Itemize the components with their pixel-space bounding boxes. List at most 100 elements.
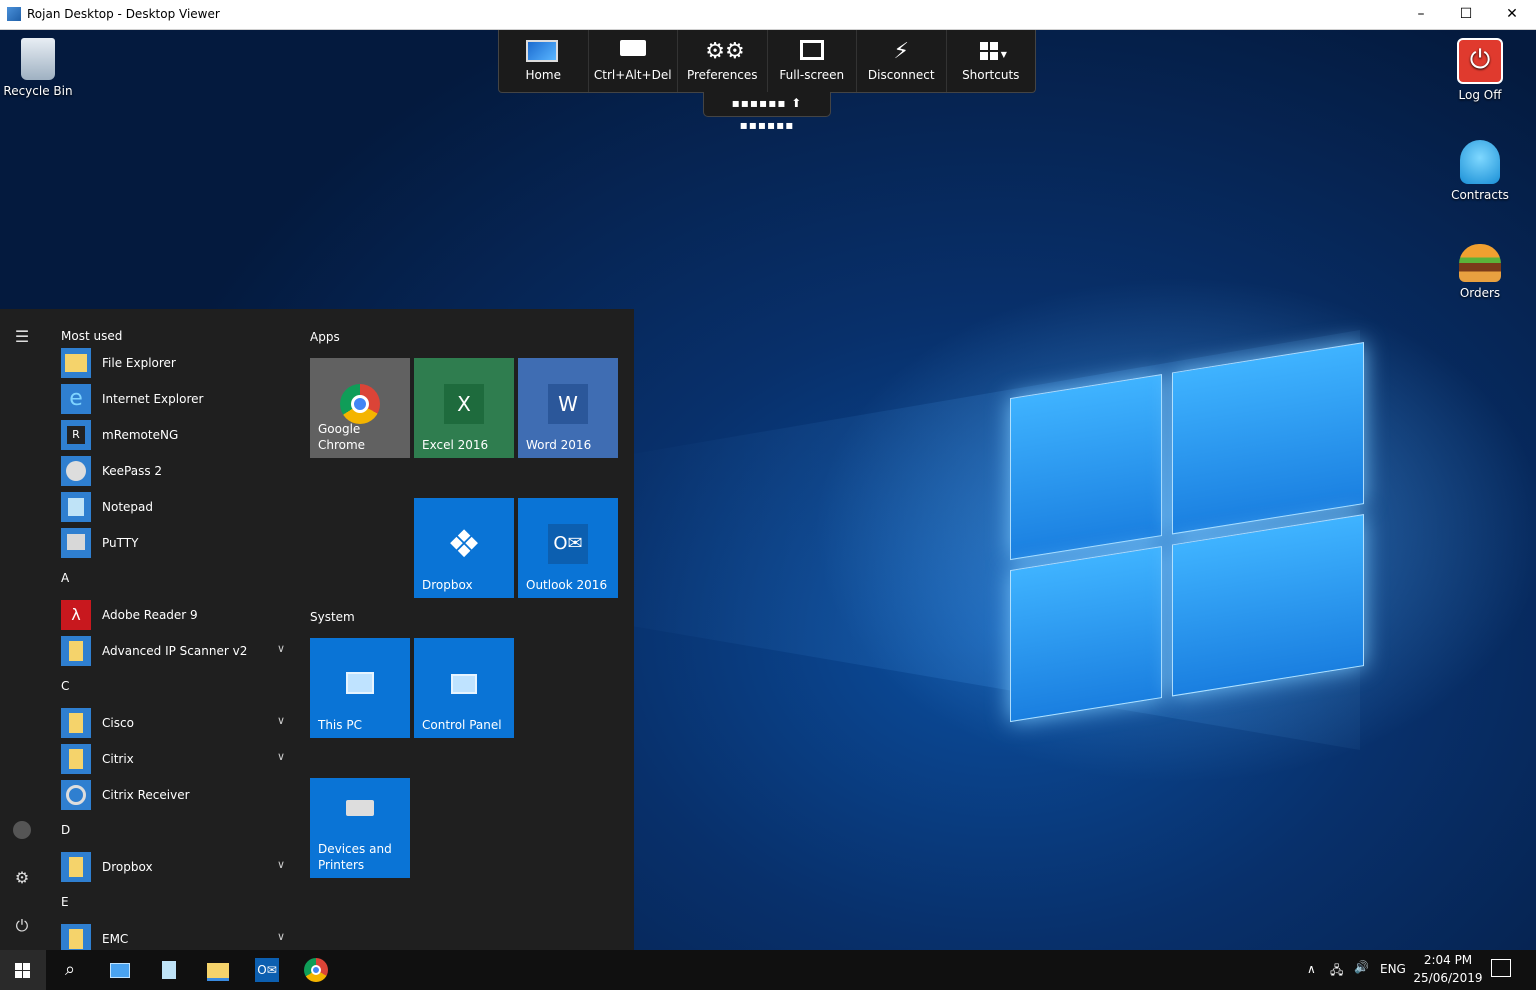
volume-icon[interactable]: 🔊: [1354, 960, 1369, 974]
control-panel-icon: [444, 664, 484, 704]
home-button[interactable]: Home: [499, 30, 589, 92]
window-title: Rojan Desktop - Desktop Viewer: [27, 7, 220, 21]
preferences-button[interactable]: ⚙⚙ Preferences: [678, 30, 768, 92]
list-item-citrix[interactable]: Citrix ∨: [61, 741, 297, 777]
tile-control-panel[interactable]: Control Panel: [414, 638, 514, 738]
outlook-icon: O✉: [548, 524, 588, 564]
tile-google-chrome[interactable]: Google Chrome: [310, 358, 410, 458]
list-item-dropbox[interactable]: Dropbox ∨: [61, 849, 297, 885]
list-item-mremoteng[interactable]: RmRemoteNG: [61, 417, 297, 453]
user-account-icon[interactable]: [12, 820, 32, 840]
folder-icon: [61, 924, 91, 950]
printer-icon: [340, 792, 380, 832]
plug-icon: ⚡: [893, 39, 909, 64]
folder-icon: [61, 348, 91, 378]
tile-outlook-2016[interactable]: O✉ Outlook 2016: [518, 498, 618, 598]
chevron-down-icon[interactable]: ∨: [277, 858, 285, 871]
recycle-bin-label: Recycle Bin: [3, 84, 73, 98]
minimize-button[interactable]: –: [1398, 0, 1444, 29]
file-explorer-taskbar-icon[interactable]: [206, 958, 230, 982]
start-button[interactable]: [0, 950, 46, 990]
disconnect-label: Disconnect: [867, 68, 935, 82]
list-item-cisco[interactable]: Cisco ∨: [61, 705, 297, 741]
folder-icon: [61, 744, 91, 774]
apps-group-header: Apps: [310, 330, 340, 344]
chevron-down-icon[interactable]: ∨: [277, 642, 285, 655]
chevron-down-icon[interactable]: ∨: [277, 714, 285, 727]
clock-time[interactable]: 2:04 PM: [1417, 953, 1479, 967]
tile-devices-and-printers[interactable]: Devices and Printers: [310, 778, 410, 878]
contracts-label: Contracts: [1451, 188, 1509, 202]
list-item-file-explorer[interactable]: File Explorer: [61, 345, 297, 381]
orders-shortcut[interactable]: Orders: [1442, 244, 1518, 300]
list-item-citrix-receiver[interactable]: Citrix Receiver: [61, 777, 297, 813]
chevron-down-icon[interactable]: ∨: [277, 930, 285, 943]
chrome-icon: [340, 384, 380, 424]
tile-excel-2016[interactable]: X Excel 2016: [414, 358, 514, 458]
putty-icon: [61, 528, 91, 558]
list-item-keepass[interactable]: KeePass 2: [61, 453, 297, 489]
toolbar-collapse-handle[interactable]: ▪▪▪▪▪▪ ⬆ ▪▪▪▪▪▪: [703, 92, 831, 132]
excel-icon: X: [444, 384, 484, 424]
group-letter-a[interactable]: A: [61, 561, 297, 597]
power-icon[interactable]: ⏻: [12, 916, 32, 936]
recycle-bin-shortcut[interactable]: Recycle Bin: [0, 38, 76, 98]
fullscreen-button[interactable]: Full-screen: [768, 30, 857, 92]
word-icon: W: [548, 384, 588, 424]
internet-explorer-icon: e: [61, 384, 91, 414]
folder-icon: [61, 636, 91, 666]
network-icon[interactable]: 🖧: [1330, 961, 1343, 982]
most-used-header: Most used: [61, 329, 123, 343]
settings-gear-icon[interactable]: ⚙: [12, 868, 32, 888]
list-item-notepad[interactable]: Notepad: [61, 489, 297, 525]
list-item-emc[interactable]: EMC ∨: [61, 921, 297, 950]
system-group-header: System: [310, 610, 355, 624]
list-item-internet-explorer[interactable]: e Internet Explorer: [61, 381, 297, 417]
folder-icon: [61, 852, 91, 882]
remote-desktop-taskbar-icon[interactable]: [108, 958, 132, 982]
list-item-adobe-reader[interactable]: λ Adobe Reader 9: [61, 597, 297, 633]
window-titlebar: Rojan Desktop - Desktop Viewer – ☐ ✕: [0, 0, 1536, 30]
chevron-down-icon[interactable]: ∨: [277, 750, 285, 763]
app-icon: [7, 7, 21, 21]
tile-this-pc[interactable]: This PC: [310, 638, 410, 738]
shortcuts-button[interactable]: ▼ Shortcuts: [947, 30, 1036, 92]
chrome-taskbar-icon[interactable]: [304, 958, 328, 982]
monster-icon: [1460, 140, 1500, 184]
chevron-up-icon[interactable]: ∧: [1307, 962, 1316, 976]
shortcuts-label: Shortcuts: [962, 68, 1020, 82]
language-indicator[interactable]: ENG: [1380, 962, 1406, 976]
windows-logo-wallpaper: [1010, 312, 1365, 748]
fullscreen-icon: [795, 40, 829, 64]
computer-icon: [340, 664, 380, 704]
tile-dropbox[interactable]: ❖ Dropbox: [414, 498, 514, 598]
keyboard-icon: [616, 40, 650, 64]
home-label: Home: [525, 68, 561, 82]
gears-icon: ⚙⚙: [705, 39, 745, 64]
notifications-icon[interactable]: [1491, 959, 1511, 977]
disconnect-button[interactable]: ⚡ Disconnect: [857, 30, 947, 92]
list-item-putty[interactable]: PuTTY: [61, 525, 297, 561]
grid-icon: ▼: [974, 40, 1008, 64]
log-off-label: Log Off: [1458, 88, 1502, 102]
contracts-shortcut[interactable]: Contracts: [1442, 140, 1518, 202]
citrix-receiver-icon: [61, 780, 91, 810]
list-item-advanced-ip-scanner[interactable]: Advanced IP Scanner v2 ∨: [61, 633, 297, 669]
ctrl-alt-del-label: Ctrl+Alt+Del: [593, 68, 672, 82]
log-off-shortcut[interactable]: ⏻ Log Off: [1442, 38, 1518, 102]
close-button[interactable]: ✕: [1489, 0, 1535, 29]
tile-word-2016[interactable]: W Word 2016: [518, 358, 618, 458]
notepad-icon: [61, 492, 91, 522]
app-list: Most used File Explorer e Internet Explor…: [61, 329, 297, 950]
notepad-taskbar-icon[interactable]: [157, 958, 181, 982]
mremoteng-icon: R: [61, 420, 91, 450]
ctrl-alt-del-button[interactable]: Ctrl+Alt+Del: [589, 30, 678, 92]
group-letter-e[interactable]: E: [61, 885, 297, 921]
group-letter-d[interactable]: D: [61, 813, 297, 849]
maximize-button[interactable]: ☐: [1443, 0, 1489, 29]
outlook-taskbar-icon[interactable]: O✉: [255, 958, 279, 982]
search-icon[interactable]: ⌕: [58, 958, 82, 982]
group-letter-c[interactable]: C: [61, 669, 297, 705]
clock-date[interactable]: 25/06/2019: [1413, 971, 1483, 985]
hamburger-menu-icon[interactable]: ☰: [12, 327, 32, 347]
